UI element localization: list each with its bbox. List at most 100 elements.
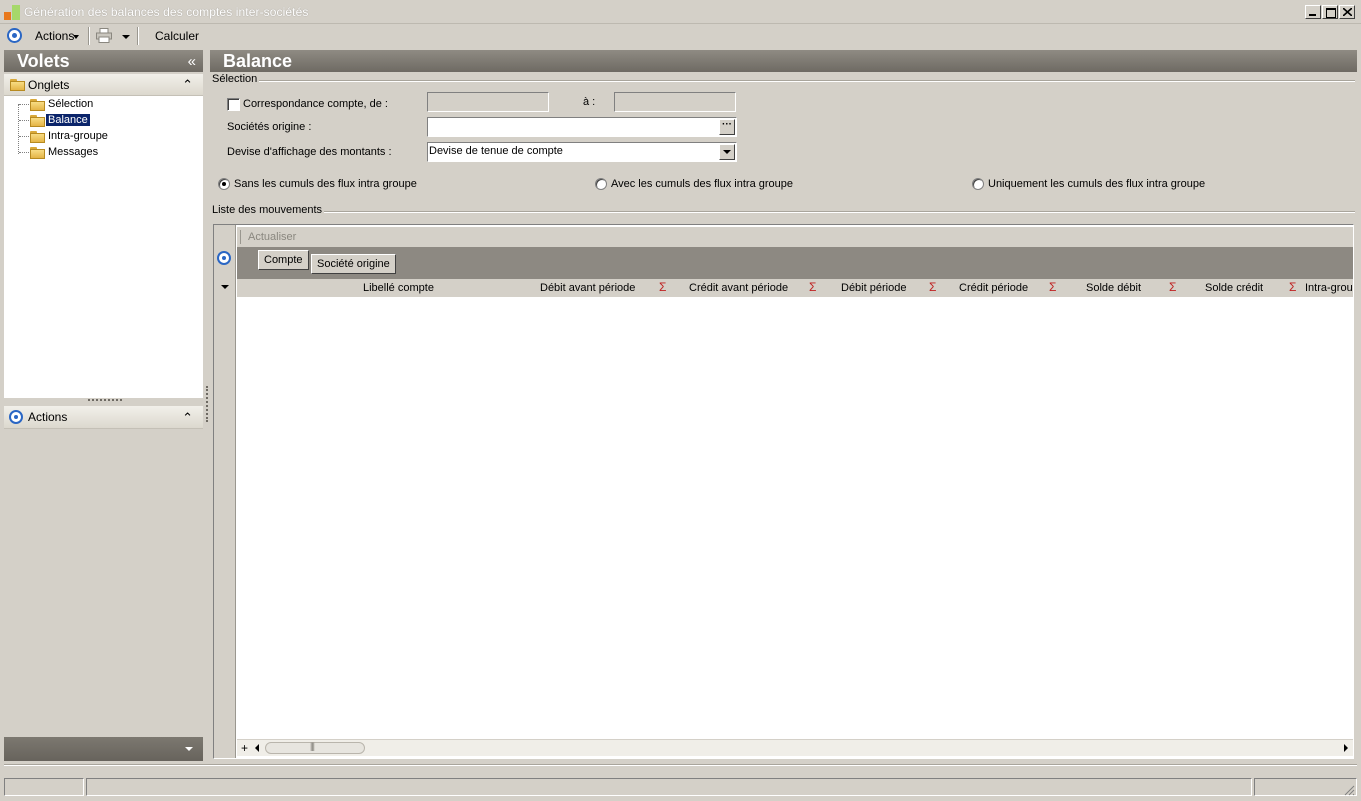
vertical-splitter-handle[interactable] [206,386,208,422]
tree-item-intra-groupe[interactable]: Intra-groupe [18,129,138,145]
group-divider [320,211,1355,213]
folder-icon [30,131,45,143]
app-logo-icon [4,5,20,20]
resize-grip-icon[interactable] [1343,784,1355,796]
status-pane [1254,778,1357,796]
group-chip-societe-origine[interactable]: Société origine [311,254,396,274]
column-header-credit-avant-periode[interactable]: Crédit avant période [689,282,788,294]
group-by-panel: Compte Société origine [237,247,1353,279]
sum-icon[interactable]: Σ [809,280,816,294]
onglets-title: Onglets [28,78,70,92]
grid-header-row: Libellé compte Débit avant période Σ Cré… [237,279,1353,297]
tabs-tree: Sélection Balance Intra-groupe Messages [4,96,203,398]
scrollbar-thumb[interactable] [265,741,365,754]
radio-sans-cumuls[interactable] [218,178,230,190]
scroll-left-icon[interactable] [255,744,259,752]
collapse-section-icon[interactable]: ⌃ [182,410,193,426]
page-title: Balance [223,51,293,71]
folder-icon [30,147,45,159]
add-row-icon[interactable]: + [238,742,251,755]
column-header-intra-groupe[interactable]: Intra-grou [1305,282,1353,294]
column-header-solde-debit[interactable]: Solde débit [1086,282,1141,294]
tree-item-label: Balance [46,114,90,126]
close-icon [1343,8,1352,16]
scroll-right-icon[interactable] [1344,744,1348,752]
collapse-panel-icon[interactable]: « [188,53,196,70]
tree-item-label: Sélection [48,98,94,110]
group-chip-compte[interactable]: Compte [258,250,309,270]
volets-header: Volets « [4,50,203,72]
devise-select[interactable]: Devise de tenue de compte [427,142,737,162]
section-splitter-handle[interactable] [88,399,122,401]
actions-dropdown-arrow-icon[interactable] [73,35,79,39]
grid-row-selector-column [214,225,236,758]
grid-options-circle-icon[interactable] [217,251,231,265]
movements-grid: Actualiser Compte Société origine Libell… [213,224,1354,759]
refresh-button[interactable]: Actualiser [248,231,296,243]
onglets-header[interactable]: Onglets ⌃ [4,74,203,96]
bottom-separator [4,764,1357,766]
actions-circle-icon [9,410,23,424]
selection-group-label: Sélection [212,73,260,85]
calculate-button[interactable]: Calculer [155,29,199,43]
account-from-field[interactable] [427,92,549,112]
societes-origine-input[interactable]: ··· [427,117,737,137]
status-pane [4,778,84,796]
print-dropdown-arrow-icon[interactable] [122,35,130,39]
collapse-section-icon[interactable]: ⌃ [182,77,193,93]
column-header-solde-credit[interactable]: Solde crédit [1205,282,1263,294]
maximize-button[interactable] [1322,5,1338,19]
status-bar [4,778,1357,798]
actions-section-header[interactable]: Actions ⌃ [4,406,203,429]
minimize-button[interactable] [1305,5,1321,19]
sum-icon[interactable]: Σ [929,280,936,294]
title-bar: Génération des balances des comptes inte… [0,0,1361,24]
window-title: Génération des balances des comptes inte… [24,5,309,19]
mouvements-group-label: Liste des mouvements [212,204,325,216]
tree-item-selection[interactable]: Sélection [18,97,138,113]
group-divider [256,80,1355,82]
tree-item-messages[interactable]: Messages [18,145,138,161]
navigation-circle-icon[interactable] [7,28,22,43]
correspondance-checkbox[interactable] [227,98,240,111]
column-header-credit-periode[interactable]: Crédit période [959,282,1028,294]
panel-footer-bar[interactable] [4,737,203,761]
radio-avec-cumuls[interactable] [595,178,607,190]
devise-label: Devise d'affichage des montants : [227,146,392,158]
sum-icon[interactable]: Σ [1049,280,1056,294]
grid-toolbar: Actualiser [237,227,1353,247]
toolbar-grip [240,230,241,244]
column-header-debit-avant-periode[interactable]: Débit avant période [540,282,635,294]
actions-section-title: Actions [28,410,68,424]
folder-icon [10,79,25,91]
close-button[interactable] [1339,5,1355,19]
horizontal-scrollbar[interactable]: + [237,739,1353,756]
print-icon[interactable] [96,28,112,43]
column-header-libelle-compte[interactable]: Libellé compte [363,282,434,294]
sum-icon[interactable]: Σ [659,280,666,294]
chevron-down-icon[interactable] [719,144,735,160]
radio-uniquement-cumuls[interactable] [972,178,984,190]
societes-label: Sociétés origine : [227,121,312,133]
radio-uniquement-cumuls-label[interactable]: Uniquement les cumuls des flux intra gro… [988,178,1205,190]
status-pane [86,778,1252,796]
tree-item-label: Messages [48,146,99,158]
grid-body[interactable] [237,297,1353,738]
column-chooser-arrow-icon[interactable] [221,285,229,289]
tree-item-balance[interactable]: Balance [18,113,138,129]
sum-icon[interactable]: Σ [1169,280,1176,294]
correspondance-label: Correspondance compte, de : [243,98,388,110]
column-header-debit-periode[interactable]: Débit période [841,282,906,294]
chevron-down-icon[interactable] [185,747,193,751]
actions-menu-button[interactable]: Actions [35,29,74,43]
open-folder-icon [30,115,45,127]
radio-sans-cumuls-label[interactable]: Sans les cumuls des flux intra groupe [234,178,417,190]
folder-icon [30,99,45,111]
tree-item-label: Intra-groupe [48,130,108,142]
left-panel: Volets « Onglets ⌃ Sélection Balance Int… [4,50,203,761]
browse-ellipsis-button[interactable]: ··· [719,119,735,135]
radio-avec-cumuls-label[interactable]: Avec les cumuls des flux intra groupe [611,178,793,190]
toolbar-separator [137,27,139,45]
account-to-field[interactable] [614,92,736,112]
sum-icon[interactable]: Σ [1289,280,1296,294]
